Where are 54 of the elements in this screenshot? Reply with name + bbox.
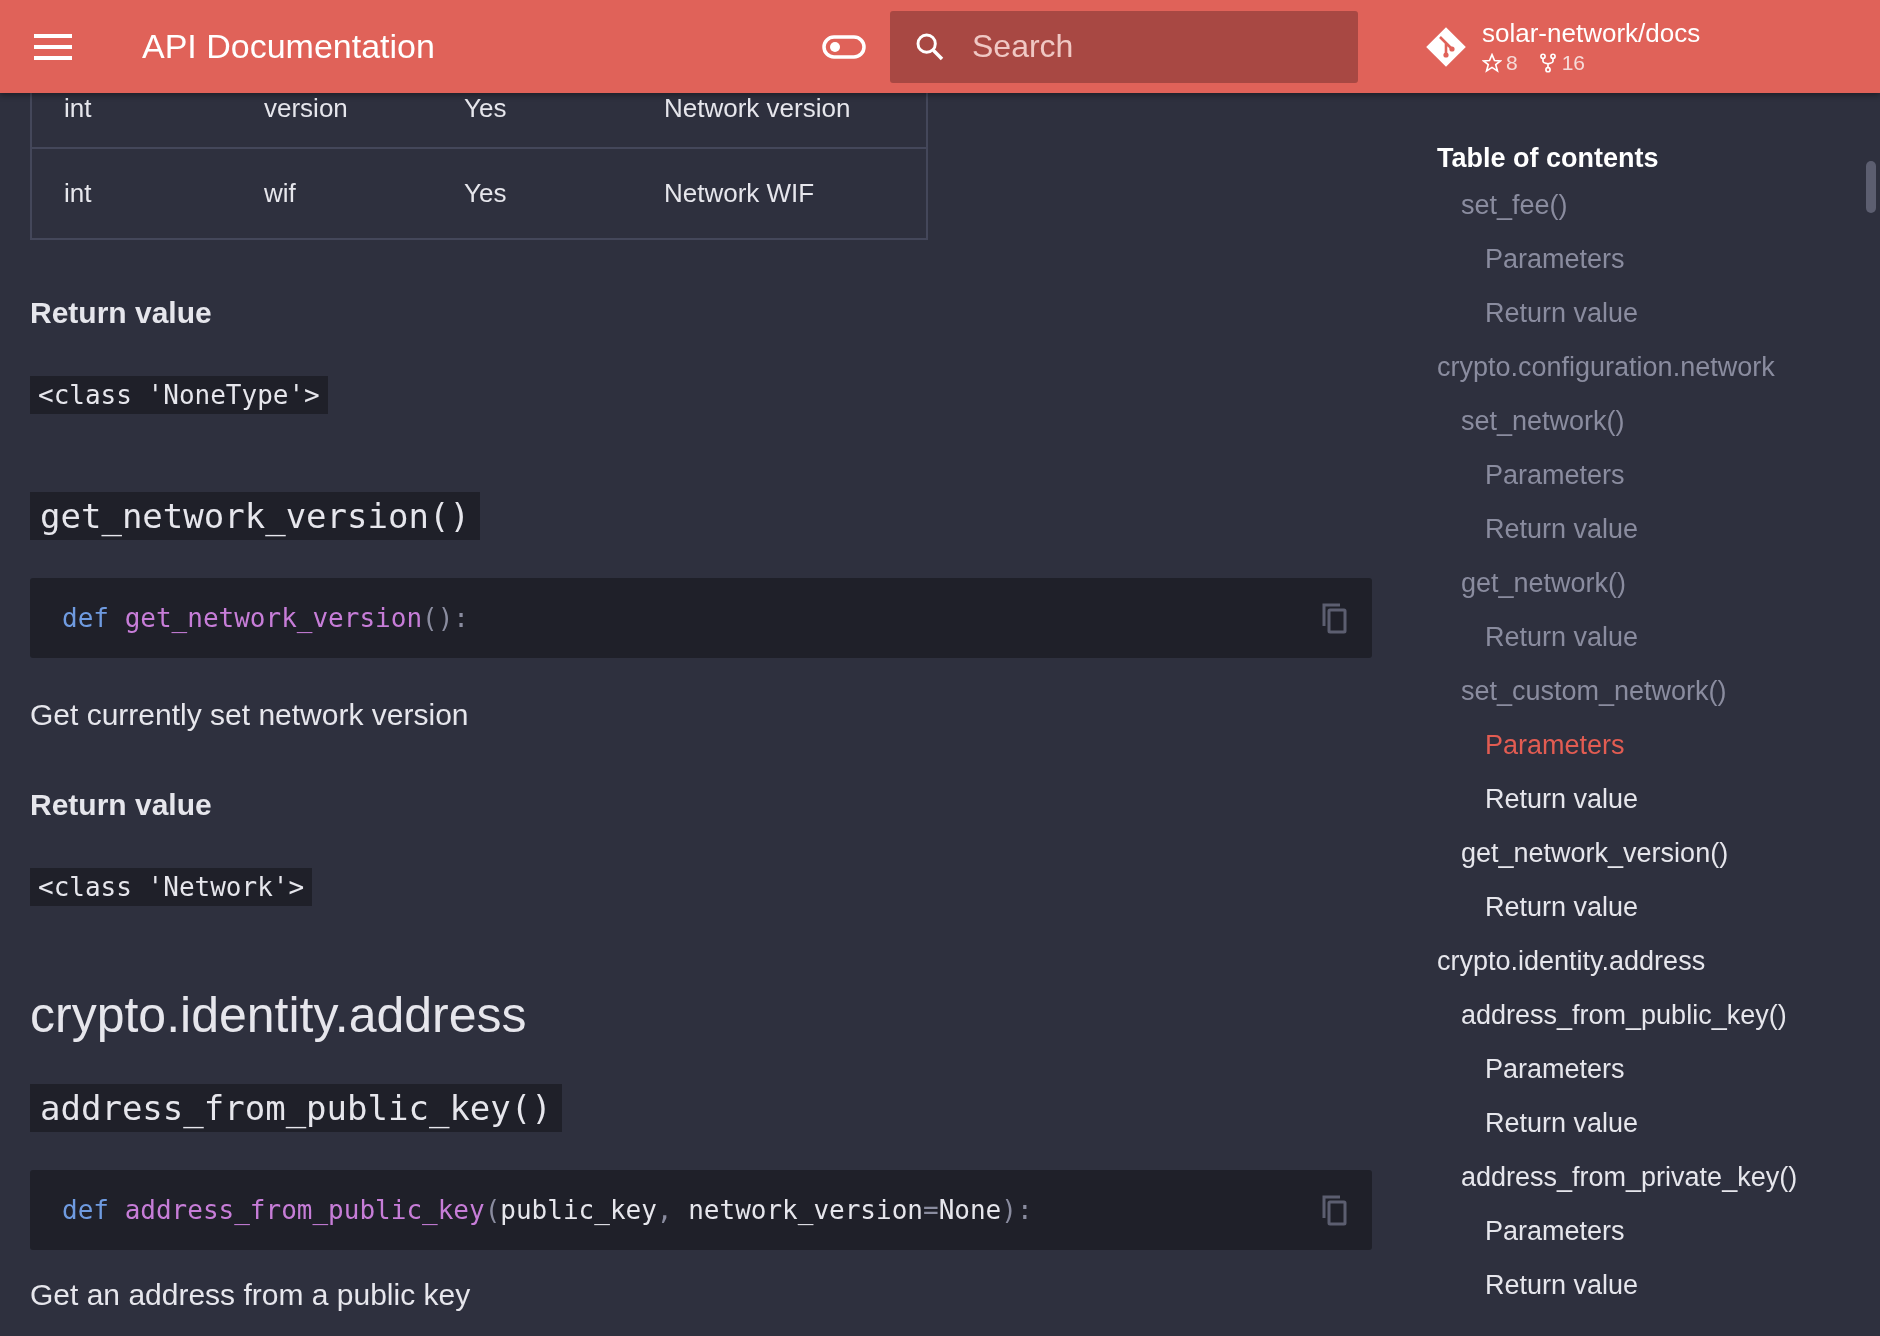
subsection-heading: Return value [30, 296, 212, 330]
toc-link[interactable]: set_fee() [1437, 178, 1568, 232]
function-heading: get_network_version() [30, 492, 480, 540]
table-cell: int [64, 93, 92, 124]
table-cell: version [264, 93, 348, 124]
fork-count: 16 [1561, 51, 1586, 75]
repo-name[interactable]: solar-network/docs [1482, 18, 1701, 49]
toc-link[interactable]: Return value [1437, 1258, 1639, 1312]
code-line: def get_network_version(): [62, 603, 469, 633]
toc-link[interactable]: Return value [1437, 772, 1639, 826]
toc-link[interactable]: Return value [1437, 286, 1639, 340]
table-cell: Yes [464, 178, 507, 209]
site-title: API Documentation [142, 27, 436, 66]
toc-link[interactable]: address_from_private_key() [1437, 1150, 1798, 1204]
toc-link[interactable]: set_network() [1437, 394, 1625, 448]
star-icon [1482, 53, 1502, 73]
copy-icon[interactable] [1320, 1194, 1348, 1226]
toc-title: Table of contents [1437, 143, 1660, 174]
description-text: Get currently set network version [30, 698, 469, 732]
table-cell: Network version [664, 93, 851, 124]
toc-link[interactable]: address_from_public_key() [1437, 988, 1787, 1042]
menu-icon[interactable] [34, 33, 72, 60]
toc-link[interactable]: Parameters [1437, 1204, 1625, 1258]
toc-link[interactable]: Return value [1437, 1096, 1639, 1150]
toc-link[interactable]: crypto.configuration.network [1437, 340, 1775, 394]
toc-link[interactable]: Return value [1437, 610, 1639, 664]
fork-icon [1537, 53, 1558, 73]
toc-link[interactable]: Parameters [1437, 1042, 1625, 1096]
scrollbar-thumb[interactable] [1866, 161, 1876, 213]
inline-code: <class 'NoneType'> [30, 376, 328, 414]
search-bar[interactable]: Search [890, 10, 1358, 83]
star-count: 8 [1506, 51, 1518, 75]
description-text: Get an address from a public key [30, 1278, 471, 1312]
toc-link[interactable]: Return value [1437, 880, 1639, 934]
function-heading: address_from_public_key() [30, 1084, 562, 1132]
search-field[interactable]: Search [970, 27, 1334, 66]
inline-code: <class 'Network'> [30, 868, 313, 906]
table-cell: int [64, 178, 92, 209]
toc-link[interactable]: set_custom_network() [1437, 664, 1727, 718]
toc-link[interactable]: crypto.identity.address [1437, 934, 1706, 988]
section-heading: crypto.identity.address [30, 986, 527, 1044]
table-cell: Yes [464, 93, 507, 124]
toc-link[interactable]: get_network_version() [1437, 826, 1729, 880]
subsection-heading: Return value [30, 788, 212, 822]
toc-link[interactable]: Parameters [1437, 718, 1625, 772]
table-cell: wif [264, 178, 296, 209]
code-line: def address_from_public_key(public_key, network_version=None): [62, 1195, 1033, 1225]
toc-link[interactable]: Return value [1437, 502, 1639, 556]
table-cell: Network WIF [664, 178, 815, 209]
copy-icon[interactable] [1320, 602, 1348, 634]
toc-link[interactable]: get_network() [1437, 556, 1627, 610]
toc-link[interactable]: Parameters [1437, 232, 1625, 286]
toggle-icon[interactable] [822, 34, 866, 59]
toc-link[interactable]: Parameters [1437, 448, 1625, 502]
